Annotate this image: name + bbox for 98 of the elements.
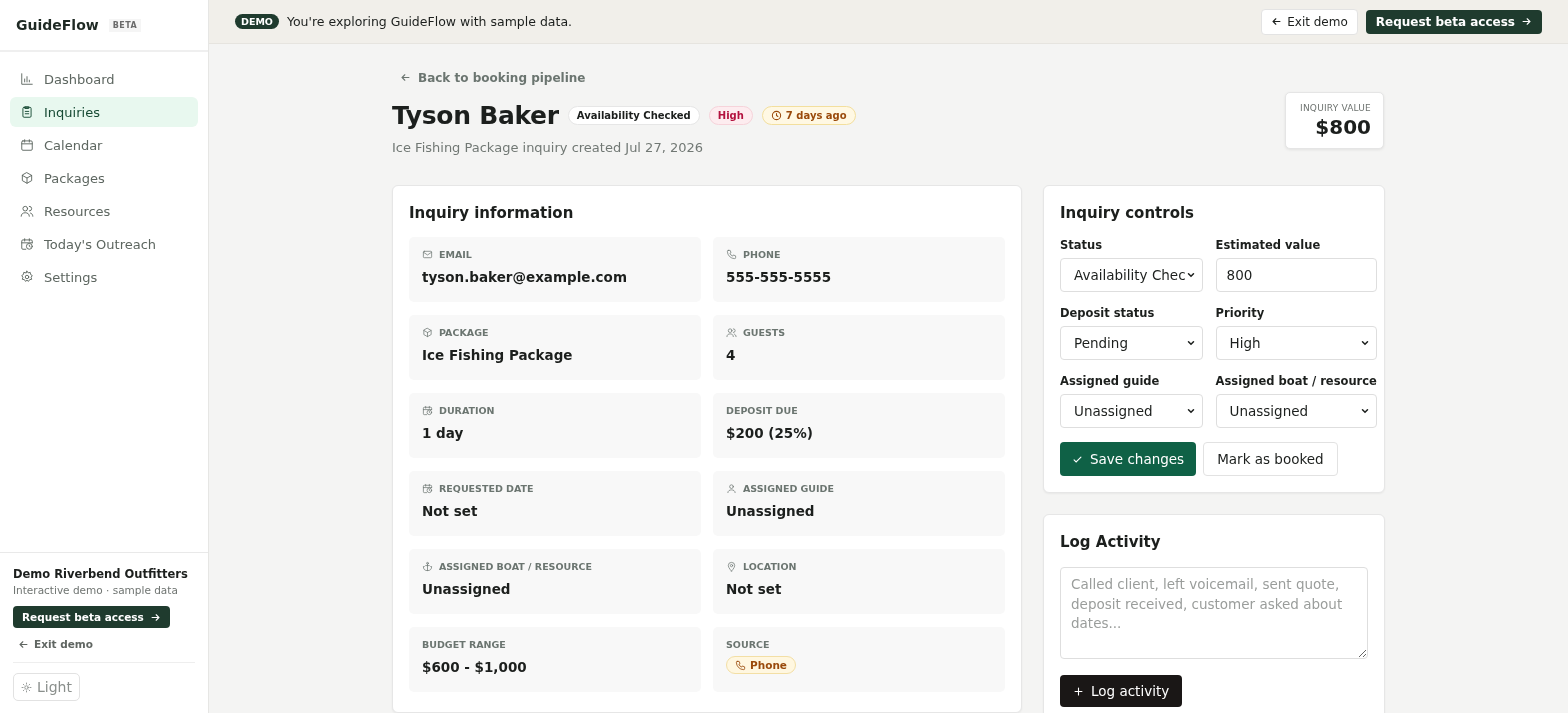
app-logo: GuideFlow [16, 17, 99, 33]
nav-item[interactable]: Dashboard [10, 64, 198, 94]
field-label: LOCATION [743, 561, 797, 572]
value-amount: $800 [1314, 115, 1371, 139]
field-label: PHONE [743, 249, 781, 260]
field-label: Deposit status [1060, 306, 1156, 320]
mark-booked-button[interactable]: Mark as booked [1203, 442, 1338, 476]
arrow-right-icon [149, 611, 161, 623]
field-label: EMAIL [439, 249, 472, 260]
box-icon [20, 171, 34, 185]
plus-icon [1073, 685, 1084, 697]
demo-badge: DEMO [235, 14, 279, 29]
field-value: Not set [726, 581, 783, 597]
card-title: Log Activity [1060, 533, 1162, 551]
arrow-left-icon [400, 72, 411, 83]
field-value: Ice Fishing Package [422, 347, 574, 363]
dropdown[interactable]: Availability Chec [1060, 258, 1203, 292]
phone-icon [735, 659, 746, 671]
settings-icon [20, 270, 34, 284]
nav-item[interactable]: Today's Outreach [10, 229, 198, 259]
arrow-left-icon [18, 638, 29, 650]
field-value: 555-555-5555 [726, 269, 833, 285]
field-value: 4 [726, 347, 737, 363]
users-icon [726, 327, 737, 338]
page-title: Tyson Baker [392, 101, 559, 130]
field-value: tyson.baker@example.com [422, 269, 628, 285]
request-access-button[interactable]: Request beta access [13, 606, 170, 628]
chevron-down-icon [1359, 406, 1370, 416]
status-tag: 7 days ago [761, 106, 856, 125]
beta-badge: BETA [108, 18, 142, 32]
field-label: Estimated value [1215, 238, 1322, 252]
status-tag: High [708, 106, 753, 125]
dropdown[interactable]: High [1215, 326, 1377, 360]
nav-item[interactable]: Calendar [10, 130, 198, 160]
nav-item[interactable]: Inquiries [10, 97, 198, 127]
card-title: Inquiry information [409, 204, 575, 222]
calendar-clock-icon [20, 237, 34, 251]
calendar-clock-icon [422, 483, 433, 494]
field-label: SOURCE [726, 639, 770, 650]
field-label: GUESTS [743, 327, 786, 338]
nav-item[interactable]: Resources [10, 196, 198, 226]
activity-textarea[interactable]: Called client, left voicemail, sent quote, deposit received, customer asked about dates... [1060, 567, 1368, 659]
field-value: $600 - $1,000 [422, 659, 528, 675]
nav-item[interactable]: Settings [10, 262, 198, 292]
users-icon [20, 204, 34, 218]
calendar-clock-icon [422, 405, 433, 416]
mail-icon [422, 249, 433, 260]
back-link[interactable]: Back to booking pipeline [400, 70, 586, 85]
chevron-down-icon [1185, 338, 1196, 348]
chevron-down-icon [1185, 406, 1196, 416]
bar-chart-icon [20, 72, 34, 86]
field-label: ASSIGNED GUIDE [743, 483, 834, 494]
exit-demo-button[interactable]: Exit demo [1261, 8, 1358, 35]
clipboard-icon [20, 105, 34, 119]
field-label: PACKAGE [439, 327, 489, 338]
field-label: BUDGET RANGE [422, 639, 506, 650]
arrow-left-icon [1271, 16, 1283, 27]
field-value: $200 (25%) [726, 425, 814, 441]
field-label: Assigned boat / resource [1215, 374, 1377, 388]
box-icon [422, 327, 433, 338]
field-value: Unassigned [422, 581, 512, 597]
dropdown[interactable]: Unassigned [1060, 394, 1203, 428]
field-label: REQUESTED DATE [439, 483, 534, 494]
field-label: DURATION [439, 405, 495, 416]
field-label: Assigned guide [1060, 374, 1161, 388]
field-value: 1 day [422, 425, 465, 441]
status-tag: Availability Checked [567, 106, 700, 125]
request-access-button[interactable]: Request beta access [1365, 9, 1542, 34]
card-title: Inquiry controls [1060, 204, 1196, 222]
exit-demo-link[interactable]: Exit demo [18, 638, 93, 650]
phone-icon [726, 249, 737, 260]
field-label: Priority [1215, 306, 1266, 320]
field-value: Unassigned [726, 503, 816, 519]
calendar-icon [20, 138, 34, 152]
page-subtitle: Ice Fishing Package inquiry created Jul 27, 2026 [392, 140, 704, 155]
sun-icon [21, 681, 32, 693]
anchor-icon [422, 561, 433, 572]
value-label: INQUIRY VALUE [1300, 103, 1371, 113]
organization-name: Demo Riverbend Outfitters [13, 567, 188, 581]
banner-message: You're exploring GuideFlow with sample data. [286, 14, 573, 29]
chevron-down-icon [1359, 338, 1370, 348]
save-button[interactable]: Save changes [1060, 442, 1197, 476]
field-label: DEPOSIT DUE [726, 405, 798, 416]
chevron-down-icon [1185, 270, 1196, 280]
source-badge: Phone [726, 656, 796, 674]
dropdown[interactable]: Pending [1060, 326, 1203, 360]
user-icon [726, 483, 737, 494]
field-label: ASSIGNED BOAT / RESOURCE [439, 561, 593, 572]
organization-note: Interactive demo · sample data [13, 584, 178, 596]
nav-item[interactable]: Packages [10, 163, 198, 193]
dropdown[interactable]: Unassigned [1215, 394, 1377, 428]
field-value: Not set [422, 503, 479, 519]
location-pin-icon [726, 561, 737, 572]
arrow-right-icon [1521, 16, 1532, 27]
clock-icon [770, 110, 782, 121]
value-input[interactable]: 800 [1215, 258, 1377, 292]
field-label: Status [1060, 238, 1104, 252]
log-activity-button[interactable]: Log activity [1060, 675, 1183, 707]
